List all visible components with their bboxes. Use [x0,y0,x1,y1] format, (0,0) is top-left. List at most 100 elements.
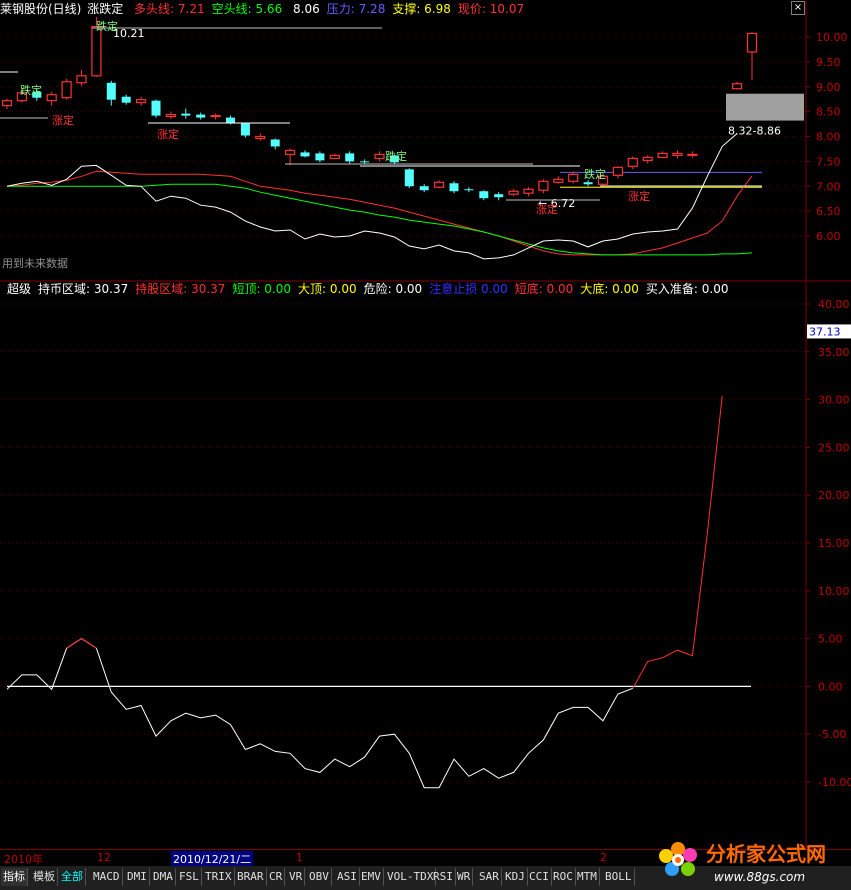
candle-body [553,178,564,183]
candle-body [508,190,519,195]
candle-body [746,32,758,53]
candle-body [612,166,624,176]
candle-body [181,113,191,116]
candle-body [345,153,355,162]
indicator-line-1 [66,396,723,689]
candle-body [657,152,668,158]
candle-body [270,139,280,147]
forecast-range-label: 8.32-8.86 [728,125,781,138]
y-tick-label: 9.50 [816,56,841,69]
candle-body [449,183,459,192]
tab-trix[interactable]: TRIX [203,868,235,886]
y-tick-label: 35.00 [818,346,850,359]
tab-roc[interactable]: ROC [551,868,576,886]
time-label-dec: 12 [97,851,111,864]
y-tick-label: 8.50 [816,106,841,119]
candle-body [568,173,579,182]
candle-body [91,25,102,77]
candle-body [583,182,593,185]
y-tick-label: 0.00 [818,680,843,693]
y-tick-label: 40.00 [818,298,850,311]
y-tick-label: 30.00 [818,394,850,407]
time-label-cursor-date: 2010/12/21/二 [171,851,254,867]
tab-cci[interactable]: CCI [527,868,552,886]
y-tick-label: 8.00 [816,131,841,144]
candle-body [210,115,221,118]
tab-vr[interactable]: VR [287,868,306,886]
y-tick-label: 15.00 [818,537,850,550]
tab-vol-tdx[interactable]: VOL-TDX [385,868,437,886]
y-tick-label: 10.00 [818,585,850,598]
candle-body [419,186,429,191]
watermark-url: www.88gs.com [714,870,805,884]
y-tick-label: -5.00 [818,728,846,741]
candle-body [687,153,698,157]
tab-rsi[interactable]: RSI [431,868,456,886]
candle-body [61,81,72,99]
tab-模板[interactable]: 模板 [31,868,58,886]
candle-body [672,152,683,157]
candle-body [523,188,534,194]
signal-up_fix: 涨定 [628,189,650,203]
signal-up_fix: 涨定 [52,113,74,127]
tab-macd[interactable]: MACD [91,868,123,886]
signal-down_fix: 跌定 [20,83,42,97]
candle-body [151,100,161,116]
candle-body [404,169,414,187]
candle-body [315,153,325,161]
candle-body [240,123,250,136]
tab-kdj[interactable]: KDJ [503,868,528,886]
tab-obv[interactable]: OBV [307,868,332,886]
candle-body [479,191,489,199]
tab-boll[interactable]: BOLL [603,868,635,886]
candle-body [1,100,13,107]
time-label-jan: 1 [296,851,303,864]
y-tick-label: 20.00 [818,489,850,502]
watermark-title: 分析家公式网 [706,842,826,866]
candle-body [196,114,206,118]
candle-body [731,83,743,90]
tab-wr[interactable]: WR [455,868,474,886]
tab-dmi[interactable]: DMI [125,868,150,886]
signal-down_fix: 跌定 [584,167,606,181]
indicator-line-0 [6,638,633,789]
y-tick-label: 7.00 [816,180,841,193]
candle-body [165,114,176,118]
time-label-year: 2010年 [4,853,43,866]
candle-body [300,152,310,157]
tab-fsl[interactable]: FSL [177,868,202,886]
current-value-label: 37.13 [809,325,841,338]
y-tick-label: 25.00 [818,441,850,454]
signal-up_fix: 涨定 [157,127,179,141]
tab-指标[interactable]: 指标 [1,868,28,886]
tab-sar[interactable]: SAR [477,868,502,886]
signal-down_fix: 跌定 [385,149,407,163]
stock-chart[interactable]: 10.009.509.008.508.007.507.006.506.008.3… [0,0,851,890]
tab-全部[interactable]: 全部 [59,868,86,886]
candle-body [360,161,370,163]
future-data-note: 用到未来数据 [2,256,68,270]
candle-body [46,94,57,102]
candle-body [255,135,266,140]
tab-emv[interactable]: EMV [359,868,384,886]
candle-body [136,99,147,104]
tab-cr[interactable]: CR [267,868,286,886]
y-tick-label: 10.00 [816,31,848,44]
candle-body [121,96,131,103]
y-tick-label: 5.00 [818,633,843,646]
candle-body [76,75,87,84]
y-tick-label: -10.00 [818,776,851,789]
candle-body [434,181,445,188]
candle-body [642,156,653,161]
ma-line-0 [6,170,753,256]
tab-brar[interactable]: BRAR [235,868,267,886]
candle-body [627,157,638,167]
signal-up_fix: 涨定 [536,202,558,216]
watermark-logo: 分析家公式网 www.88gs.com [659,842,826,884]
candle-body [106,82,116,100]
y-tick-label: 6.50 [816,205,841,218]
candle-body [285,149,296,156]
tab-dma[interactable]: DMA [151,868,176,886]
tab-mtm[interactable]: MTM [575,868,600,886]
tab-asi[interactable]: ASI [335,868,360,886]
